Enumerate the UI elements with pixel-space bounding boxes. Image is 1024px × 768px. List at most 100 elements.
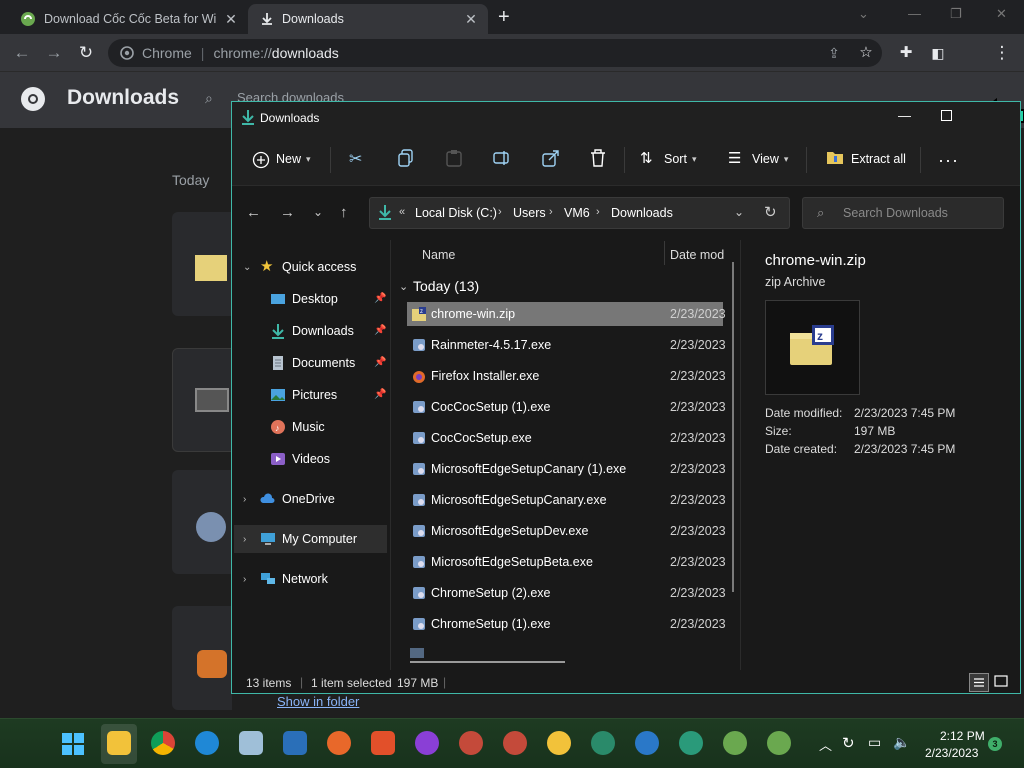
coccoc-taskbar-icon[interactable] (767, 731, 791, 755)
pin-icon[interactable]: 📌 (374, 325, 386, 336)
file-explorer-taskbar-icon[interactable] (107, 731, 131, 755)
chrome-taskbar-icon[interactable] (151, 731, 175, 755)
coccoc-beta-taskbar-icon[interactable] (723, 731, 747, 755)
share-icon[interactable] (542, 149, 560, 167)
nav-quick-access[interactable]: ★ Quick access (260, 253, 416, 281)
address-dropdown-chevron-icon[interactable]: ⌄ (734, 205, 744, 219)
chevron-right-icon[interactable]: › (243, 534, 246, 545)
up-icon[interactable]: ↑ (340, 204, 348, 221)
breadcrumb-item[interactable]: Downloads (611, 206, 673, 220)
clock-date[interactable]: 2/23/2023 (925, 746, 978, 760)
paste-icon[interactable] (446, 149, 464, 167)
app-window-taskbar-icon[interactable] (283, 731, 307, 755)
nav-network[interactable]: Network (260, 565, 416, 593)
chevron-right-icon[interactable]: › (243, 494, 246, 505)
file-row[interactable]: MicrosoftEdgeSetupCanary (1).exe 2/23/20… (407, 457, 726, 481)
menu-kebab-icon[interactable]: ⋮ (992, 43, 1012, 63)
breadcrumb-item[interactable]: Users (513, 206, 546, 220)
volume-icon[interactable]: 🔈 (893, 734, 910, 751)
monitor-icon[interactable]: ▭ (868, 734, 881, 751)
maximize-icon[interactable] (941, 110, 952, 121)
edge-beta-taskbar-icon[interactable] (635, 731, 659, 755)
new-button[interactable]: New ▾ (276, 152, 311, 166)
chrome-canary-taskbar-icon[interactable] (547, 731, 571, 755)
file-row[interactable]: Rainmeter-4.5.17.exe 2/23/2023 (407, 333, 726, 357)
chevron-down-icon[interactable]: ⌄ (243, 262, 251, 273)
large-icons-view-icon[interactable] (992, 673, 1012, 692)
group-header-today[interactable]: Today (13) (413, 278, 479, 294)
minimize-icon[interactable]: — (898, 108, 911, 123)
file-row[interactable]: Firefox Installer.exe 2/23/2023 (407, 364, 726, 388)
photos-taskbar-icon[interactable] (239, 731, 263, 755)
details-view-icon[interactable] (969, 673, 989, 692)
column-header-date[interactable]: Date mod (670, 248, 724, 262)
forward-icon[interactable]: → (280, 204, 295, 221)
chevron-down-icon[interactable]: ⌄ (399, 280, 408, 293)
chrome-dev-taskbar-icon[interactable] (503, 731, 527, 755)
nav-item-pictures[interactable]: Pictures (270, 381, 426, 409)
file-row[interactable]: CocCocSetup.exe 2/23/2023 (407, 426, 726, 450)
file-row[interactable]: MicrosoftEdgeSetupBeta.exe 2/23/2023 (407, 550, 726, 574)
new-tab-icon[interactable]: + (498, 7, 510, 27)
file-row[interactable]: CocCocSetup (1).exe 2/23/2023 (407, 395, 726, 419)
back-icon[interactable]: ← (12, 43, 32, 63)
horizontal-scrollbar[interactable] (410, 661, 565, 663)
bookmark-star-icon[interactable]: ☆ (856, 43, 876, 63)
close-tab-icon[interactable]: ✕ (464, 12, 478, 26)
windows-start-icon[interactable] (62, 733, 84, 755)
chevron-up-icon[interactable]: ︿ (819, 735, 832, 754)
refresh-icon[interactable]: ↻ (764, 203, 777, 221)
recent-locations-chevron-icon[interactable]: ⌄ (313, 205, 323, 219)
omnibox[interactable]: Chrome | chrome:// downloads (108, 39, 882, 67)
firefox-taskbar-icon[interactable] (327, 731, 351, 755)
extract-all-button[interactable]: Extract all (851, 152, 906, 166)
extensions-icon[interactable]: ✚ (896, 43, 916, 63)
back-icon[interactable]: ← (246, 204, 261, 221)
edge-canary-taskbar-icon[interactable] (591, 731, 615, 755)
side-panel-icon[interactable]: ◧ (928, 43, 948, 63)
cut-icon[interactable]: ✂ (349, 149, 367, 168)
pin-icon[interactable]: 📌 (374, 389, 386, 400)
brave-taskbar-icon[interactable] (371, 731, 395, 755)
chevron-down-icon[interactable]: ⌄ (858, 6, 869, 22)
file-row[interactable]: MicrosoftEdgeSetupDev.exe 2/23/2023 (407, 519, 726, 543)
forward-icon[interactable]: → (44, 43, 64, 63)
edge-taskbar-icon[interactable] (195, 731, 219, 755)
delete-icon[interactable] (590, 149, 608, 167)
sort-button[interactable]: Sort ▾ (664, 152, 696, 166)
clock-time[interactable]: 2:12 PM (940, 729, 985, 743)
file-row[interactable]: z chrome-win.zip 2/23/2023 (407, 302, 726, 326)
sync-icon[interactable]: ↻ (842, 734, 855, 752)
breadcrumb-item[interactable]: Local Disk (C:) (415, 206, 497, 220)
tab-coccoc-download[interactable]: Download Cốc Cốc Beta for Windows ✕ (8, 4, 248, 34)
nav-item-videos[interactable]: Videos (270, 445, 426, 473)
tab-downloads[interactable]: Downloads ✕ (248, 4, 488, 34)
close-window-icon[interactable]: ✕ (996, 6, 1007, 22)
close-tab-icon[interactable]: ✕ (224, 12, 238, 26)
reload-icon[interactable]: ↻ (76, 43, 96, 63)
minimize-icon[interactable]: — (908, 6, 921, 21)
pin-icon[interactable]: 📌 (374, 357, 386, 368)
nav-my-computer[interactable]: My Computer (260, 525, 416, 553)
vertical-scrollbar[interactable] (732, 262, 734, 592)
file-row[interactable]: MicrosoftEdgeSetupCanary.exe 2/23/2023 (407, 488, 726, 512)
edge-dev-taskbar-icon[interactable] (679, 731, 703, 755)
show-in-folder-link[interactable]: Show in folder (277, 694, 359, 709)
share-icon[interactable]: ⇪ (824, 43, 844, 63)
tor-taskbar-icon[interactable] (415, 731, 439, 755)
file-row[interactable]: ChromeSetup (2).exe 2/23/2023 (407, 581, 726, 605)
nav-item-downloads[interactable]: Downloads (270, 317, 426, 345)
pin-icon[interactable]: 📌 (374, 293, 386, 304)
view-button[interactable]: View ▾ (752, 152, 788, 166)
notification-badge[interactable]: 3 (988, 737, 1002, 751)
rename-icon[interactable] (493, 149, 511, 167)
nav-onedrive[interactable]: OneDrive (260, 485, 416, 513)
column-header-name[interactable]: Name (422, 248, 455, 262)
restore-icon[interactable]: ❐ (950, 6, 962, 22)
more-options-icon[interactable]: ··· (938, 150, 959, 171)
file-row[interactable]: ChromeSetup (1).exe 2/23/2023 (407, 612, 726, 636)
copy-icon[interactable] (398, 149, 416, 167)
nav-item-music[interactable]: ♪ Music (270, 413, 426, 441)
chrome-beta-taskbar-icon[interactable] (459, 731, 483, 755)
breadcrumb-item[interactable]: VM6 (564, 206, 590, 220)
